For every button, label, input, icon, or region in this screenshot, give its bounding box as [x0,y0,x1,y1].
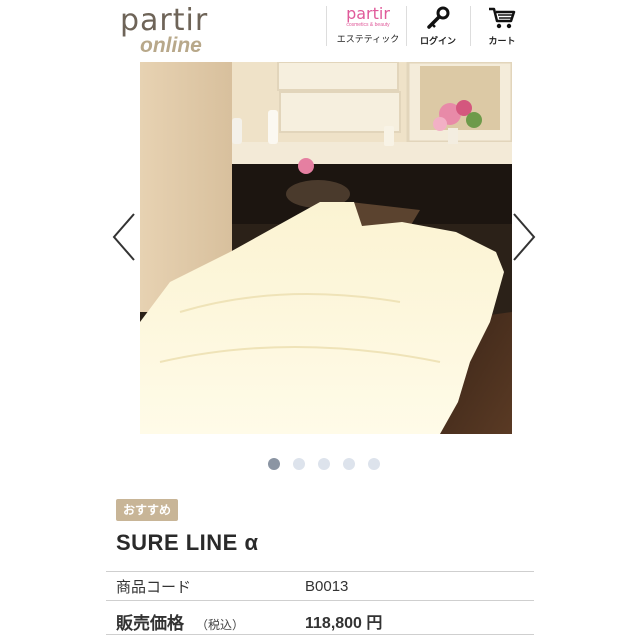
product-photo [140,62,512,434]
site-header: partir online partir cosmetics & beauty … [0,0,640,58]
product-title: SURE LINE α [116,530,259,555]
product-code-value: B0013 [305,578,349,595]
key-icon [427,6,450,29]
nav-login-label: ログイン [419,36,456,46]
carousel-dot[interactable] [293,458,305,470]
carousel-pagination [268,458,380,470]
nav-divider [470,6,471,46]
product-code-label: 商品コード [116,579,192,596]
cart-icon [489,7,516,29]
carousel-prev-chevron-left-icon[interactable] [110,212,140,262]
nav-esthetic[interactable]: partir cosmetics & beauty エステティック [330,6,406,45]
carousel-dot[interactable] [368,458,380,470]
esthe-logo-subtext: cosmetics & beauty [346,22,390,28]
price-value: 118,800 円 [305,615,383,632]
divider [106,634,534,635]
carousel-dot[interactable] [343,458,355,470]
carousel-dot[interactable] [268,458,280,470]
esthe-logo-text: partir [346,4,390,23]
logo-online-text: online [140,34,202,57]
nav-cart-label: カート [488,36,516,46]
product-image-carousel[interactable] [140,62,512,434]
nav-divider [406,6,407,46]
site-logo[interactable]: partir online [120,3,209,57]
price-label-row: 販売価格 （税込） [116,609,244,634]
carousel-next-chevron-right-icon[interactable] [508,212,538,262]
recommended-badge: おすすめ [116,499,179,521]
nav-divider [326,6,327,46]
logo-partir-text: partir [120,3,209,38]
nav-login[interactable]: ログイン [410,6,466,47]
divider [106,600,534,601]
carousel-dot[interactable] [318,458,330,470]
nav-esthetic-label: エステティック [336,34,400,44]
tax-label: （税込） [196,618,245,632]
nav-cart[interactable]: カート [474,6,530,47]
price-label: 販売価格 [116,614,184,633]
divider [106,571,534,572]
